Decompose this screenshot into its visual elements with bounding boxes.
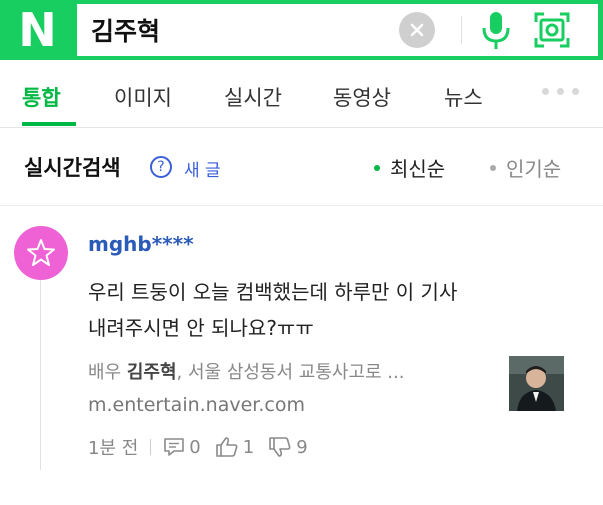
section-title: 실시간검색	[24, 156, 121, 180]
meta-separator	[150, 439, 152, 455]
tab-realtime[interactable]: 실시간	[224, 82, 282, 112]
sort-popular-label: 인기순	[506, 157, 562, 181]
microphone-icon	[482, 12, 510, 49]
star-icon	[27, 239, 55, 266]
more-tabs-button[interactable]	[542, 88, 579, 95]
help-icon[interactable]: ?	[150, 156, 172, 178]
search-input[interactable]: 김주혁	[77, 4, 598, 56]
sort-latest-button[interactable]: 최신순	[374, 153, 445, 182]
comments-button[interactable]: 0	[163, 436, 201, 458]
image-search-button[interactable]	[532, 10, 572, 50]
tab-news[interactable]: 뉴스	[444, 82, 483, 112]
dislike-count: 9	[296, 436, 308, 458]
camera-lens-icon	[534, 12, 570, 48]
thumbs-up-icon	[215, 437, 238, 457]
avatar[interactable]	[14, 226, 68, 280]
search-query-text: 김주혁	[91, 17, 161, 46]
realtime-section-header: 실시간검색 ? 새 글 최신순 인기순	[0, 128, 603, 206]
search-header: N 김주혁	[0, 0, 603, 60]
active-tab-indicator	[22, 122, 76, 126]
link-suffix: , 서울 삼성동서 교통사고로 ...	[176, 362, 405, 383]
post-body-line-2[interactable]: 내려주시면 안 되나요?ㅠㅠ	[88, 312, 314, 341]
selected-dot-icon	[374, 164, 380, 171]
logo-letter: N	[18, 3, 57, 57]
post-username[interactable]: mghb****	[88, 232, 194, 256]
article-thumbnail[interactable]	[509, 356, 564, 411]
comment-count: 0	[189, 436, 201, 458]
search-divider	[461, 16, 462, 44]
close-icon	[410, 23, 424, 37]
link-keyword: 김주혁	[126, 362, 177, 383]
more-dot-icon	[557, 88, 564, 95]
post-body-line-1[interactable]: 우리 트둥이 오늘 컴백했는데 하루만 이 기사	[88, 276, 457, 305]
voice-search-button[interactable]	[479, 8, 513, 52]
like-count: 1	[242, 436, 255, 458]
link-prefix: 배우	[88, 362, 127, 383]
clear-search-button[interactable]	[399, 12, 435, 48]
tab-videos[interactable]: 동영상	[333, 82, 391, 112]
comment-icon	[164, 438, 185, 456]
realtime-post: mghb**** 우리 트둥이 오늘 컴백했는데 하루만 이 기사 내려주시면 …	[0, 206, 603, 476]
post-time: 1분 전	[88, 438, 139, 459]
more-dot-icon	[572, 88, 579, 95]
like-button[interactable]: 1	[215, 436, 254, 458]
tab-images[interactable]: 이미지	[114, 82, 172, 112]
unselected-dot-icon	[490, 164, 496, 171]
sort-popular-button[interactable]: 인기순	[490, 153, 561, 182]
sort-latest-label: 최신순	[390, 157, 446, 181]
thread-line	[40, 260, 41, 470]
more-dot-icon	[542, 88, 549, 95]
person-thumbnail-image	[509, 356, 564, 411]
tab-integrated[interactable]: 통합	[22, 82, 61, 112]
search-tabs: 통합 이미지 실시간 동영상 뉴스	[0, 60, 603, 128]
naver-logo[interactable]: N	[0, 0, 75, 60]
dislike-button[interactable]: 9	[268, 436, 308, 458]
post-meta: 1분 전 0 1 9	[88, 434, 322, 460]
linked-article-url[interactable]: m.entertain.naver.com	[88, 394, 305, 416]
new-posts-link[interactable]: 새 글	[184, 156, 221, 181]
thumbs-down-icon	[269, 437, 291, 457]
linked-article-title[interactable]: 배우 김주혁, 서울 삼성동서 교통사고로 ...	[88, 358, 404, 384]
